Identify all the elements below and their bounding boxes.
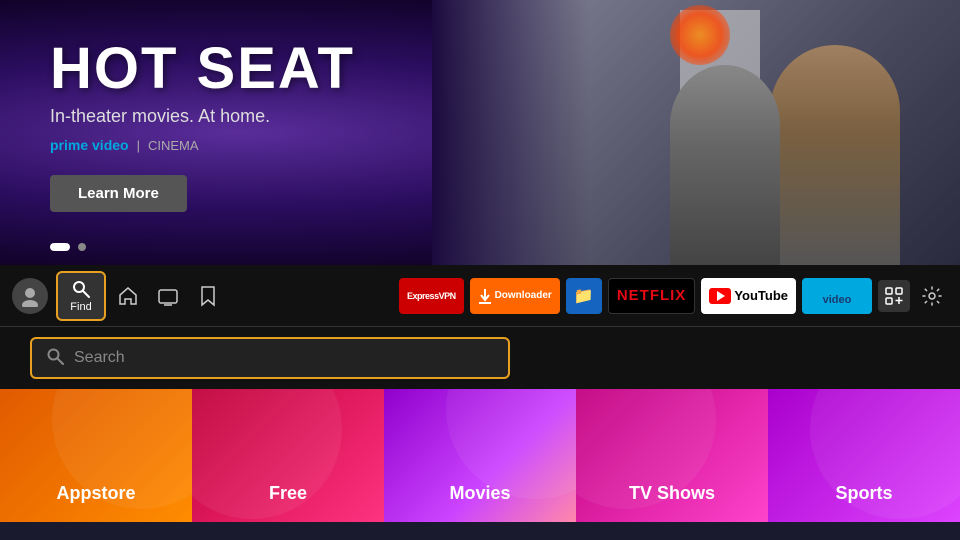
hero-subtitle: In-theater movies. At home. (50, 106, 355, 127)
hero-brand: prime video | CINEMA (50, 137, 355, 153)
category-tvshows[interactable]: TV Shows (576, 389, 768, 522)
settings-button[interactable] (916, 280, 948, 312)
cinema-label: CINEMA (148, 138, 199, 153)
dot-2 (78, 243, 86, 251)
brand-divider: | (137, 138, 140, 153)
navbar: Find ExpressVPN Downloader 📁 (0, 265, 960, 327)
expressvpn-app[interactable]: ExpressVPN (399, 278, 464, 314)
youtube-app[interactable]: YouTube (701, 278, 796, 314)
prime-video-app[interactable]: prime video (802, 278, 872, 314)
prime-logo: prime video (823, 285, 852, 307)
tvshows-label: TV Shows (629, 483, 715, 504)
yt-play-icon (709, 288, 731, 304)
free-label: Free (269, 483, 307, 504)
category-tiles: Appstore Free Movies TV Shows Sports (0, 389, 960, 522)
youtube-label: YouTube (734, 288, 788, 303)
hero-dots (50, 243, 86, 251)
search-placeholder: Search (74, 349, 125, 367)
category-appstore[interactable]: Appstore (0, 389, 192, 522)
category-sports[interactable]: Sports (768, 389, 960, 522)
search-section: Search (0, 327, 960, 389)
downloader-app[interactable]: Downloader (470, 278, 560, 314)
find-button[interactable]: Find (56, 271, 106, 321)
youtube-logo: YouTube (709, 288, 788, 304)
home-nav-button[interactable] (110, 278, 146, 314)
search-icon (46, 347, 64, 370)
search-bar[interactable]: Search (30, 337, 510, 379)
category-movies[interactable]: Movies (384, 389, 576, 522)
add-apps-button[interactable] (878, 280, 910, 312)
bookmark-nav-button[interactable] (190, 278, 226, 314)
hero-title: HOT SEAT (50, 40, 355, 98)
app-shortcuts: ExpressVPN Downloader 📁 NETFLIX YouTube (399, 278, 948, 314)
sports-label: Sports (835, 483, 892, 504)
user-avatar[interactable] (12, 278, 48, 314)
appstore-label: Appstore (56, 483, 135, 504)
hero-banner: HOT SEAT In-theater movies. At home. pri… (0, 0, 960, 265)
files-app[interactable]: 📁 (566, 278, 602, 314)
dot-1 (50, 243, 70, 251)
netflix-app[interactable]: NETFLIX (608, 278, 696, 314)
hero-characters (432, 0, 960, 265)
hero-content: HOT SEAT In-theater movies. At home. pri… (50, 40, 355, 212)
category-free[interactable]: Free (192, 389, 384, 522)
yt-triangle (717, 291, 725, 301)
learn-more-button[interactable]: Learn More (50, 175, 187, 212)
find-label: Find (70, 301, 91, 313)
movies-label: Movies (449, 483, 510, 504)
tv-nav-button[interactable] (150, 278, 186, 314)
prime-video-brand: prime video (50, 137, 129, 153)
